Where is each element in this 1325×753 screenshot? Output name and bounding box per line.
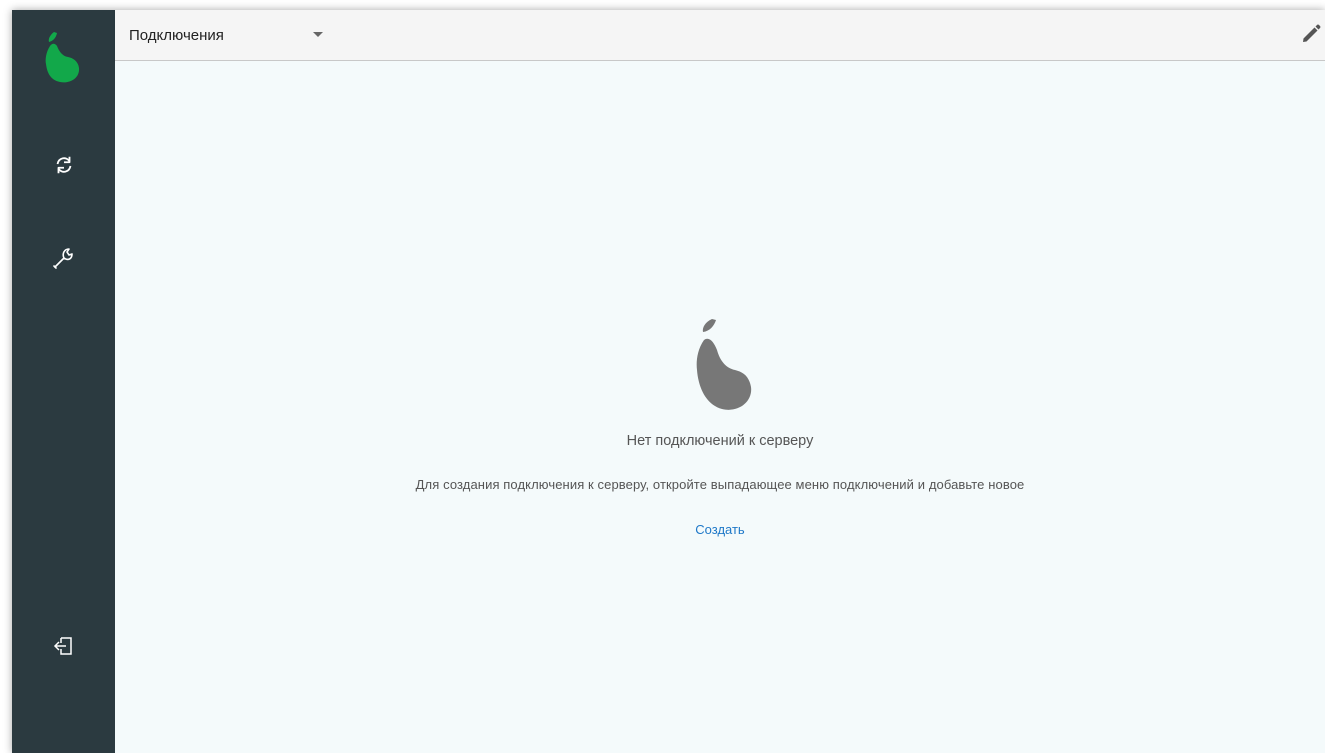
empty-state: Нет подключений к серверу Для создания п… — [115, 317, 1325, 539]
main-content: Нет подключений к серверу Для создания п… — [115, 61, 1325, 753]
app-window: Подключения Нет подключений к серверу Дл… — [12, 10, 1325, 753]
empty-state-title: Нет подключений к серверу — [626, 433, 814, 449]
sidebar-item-settings[interactable] — [12, 232, 115, 288]
sidebar-item-sync[interactable] — [12, 139, 115, 195]
header: Подключения — [115, 10, 1325, 61]
connections-dropdown[interactable]: Подключения — [129, 10, 329, 60]
pear-icon — [685, 317, 755, 417]
sidebar — [12, 10, 115, 753]
edit-button[interactable] — [1299, 22, 1325, 48]
logout-button[interactable] — [12, 620, 115, 676]
wrench-icon — [51, 245, 77, 276]
create-connection-link[interactable]: Создать — [695, 522, 744, 537]
empty-state-description: Для создания подключения к серверу, откр… — [415, 477, 1025, 492]
pencil-icon — [1299, 24, 1323, 50]
pear-logo-icon — [40, 28, 84, 88]
sync-icon — [53, 154, 75, 181]
chevron-down-icon — [313, 32, 323, 37]
logout-icon — [52, 634, 76, 663]
connections-label: Подключения — [129, 26, 224, 44]
